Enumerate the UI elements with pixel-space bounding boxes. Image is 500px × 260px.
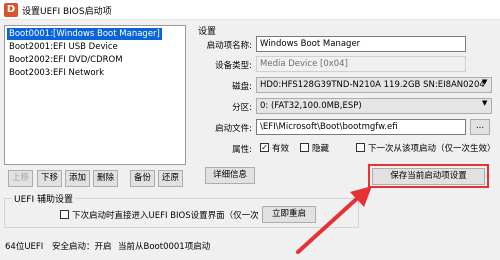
list-item[interactable]: Boot2003:EFI Network: [7, 67, 106, 79]
uefi-assist-title: UEFI 辅助设置: [12, 192, 75, 205]
settings-group-title: 设置: [198, 27, 217, 37]
next-boot-once-label: 下一次从该项启动（仅一次生效）: [368, 144, 496, 154]
partition-label: 分区:: [232, 103, 252, 113]
move-up-button[interactable]: 上移: [8, 170, 33, 187]
active-checkbox[interactable]: ✓: [260, 143, 269, 152]
highlight-box: [368, 164, 489, 188]
add-button[interactable]: 添加: [65, 170, 90, 187]
hidden-checkbox[interactable]: [300, 143, 309, 152]
status-mode: 64位UEFI: [5, 242, 44, 252]
app-icon: D: [4, 3, 18, 17]
list-item[interactable]: Boot2002:EFI DVD/CDROM: [7, 54, 125, 66]
chevron-down-icon: ▼: [482, 78, 488, 86]
move-down-button[interactable]: 下移: [37, 170, 62, 187]
restore-button[interactable]: 还原: [158, 170, 183, 187]
window-title: 设置UEFI BIOS启动项: [22, 7, 112, 17]
list-item[interactable]: Boot2001:EFI USB Device: [7, 41, 120, 53]
hidden-checkbox-label: 隐藏: [312, 144, 330, 154]
backup-button[interactable]: 备份: [130, 170, 155, 187]
device-type-label: 设备类型:: [215, 61, 252, 71]
disk-select[interactable]: HD0:HFS128G39TND-N210A 119.2GB SN:EI8AN0…: [256, 77, 492, 93]
delete-button[interactable]: 删除: [93, 170, 118, 187]
boot-entry-list[interactable]: Boot0001:[Windows Boot Manager] Boot2001…: [4, 25, 186, 165]
device-type-field: Media Device [0x04]: [256, 56, 466, 72]
disk-select-value: HD0:HFS128G39TND-N210A 119.2GB SN:EI8AN0…: [260, 80, 485, 90]
status-secure-boot: 安全启动：开启: [52, 242, 112, 252]
attributes-label: 属性:: [232, 145, 252, 155]
enter-bios-label: 下次启动时直接进入UEFI BIOS设置界面（仅一次: [72, 211, 259, 221]
boot-name-input[interactable]: Windows Boot Manager: [256, 36, 466, 52]
enter-bios-checkbox[interactable]: [60, 210, 69, 219]
next-boot-once-checkbox[interactable]: [356, 143, 365, 152]
details-button[interactable]: 详细信息: [205, 167, 255, 184]
boot-file-label: 启动文件:: [215, 124, 252, 134]
partition-select-value: 0: (FAT32,100.0MB,ESP): [260, 101, 362, 111]
annotation-arrow-icon: [296, 186, 372, 254]
name-label: 启动项名称:: [206, 41, 252, 51]
list-item[interactable]: Boot0001:[Windows Boot Manager]: [7, 28, 162, 40]
status-current-boot: 当前从Boot0001项启动: [118, 242, 211, 252]
active-checkbox-label: 有效: [272, 144, 290, 154]
boot-file-input[interactable]: \EFI\Microsoft\Boot\bootmgfw.efi: [256, 119, 466, 135]
chevron-down-icon: ▼: [482, 99, 488, 107]
partition-select[interactable]: 0: (FAT32,100.0MB,ESP): [256, 98, 492, 114]
browse-button[interactable]: ...: [470, 119, 490, 135]
disk-label: 磁盘:: [232, 82, 252, 92]
